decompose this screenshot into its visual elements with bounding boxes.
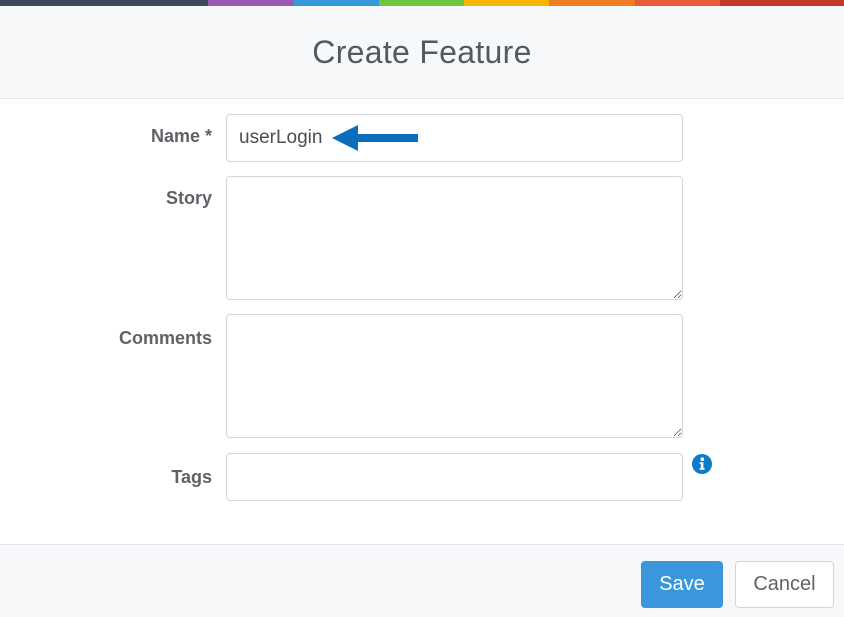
comments-label: Comments: [118, 328, 212, 348]
story-row: Story: [0, 175, 844, 301]
story-label: Story: [165, 188, 212, 208]
cancel-button[interactable]: Cancel: [735, 561, 834, 608]
info-icon[interactable]: [692, 454, 712, 474]
name-label: Name *: [150, 126, 212, 146]
modal-title: Create Feature: [312, 33, 532, 70]
left-arrow-icon: [332, 125, 418, 151]
tags-input[interactable]: [226, 453, 683, 501]
comments-row: Comments: [0, 313, 844, 439]
name-input[interactable]: [226, 114, 683, 162]
modal-footer: Save Cancel: [0, 544, 844, 617]
modal-header: Create Feature: [0, 6, 844, 99]
story-textarea[interactable]: [226, 176, 683, 300]
comments-textarea[interactable]: [226, 314, 683, 438]
create-feature-modal: Create Feature Name * Story Comments Tag…: [0, 0, 844, 617]
save-button[interactable]: Save: [641, 561, 723, 608]
tags-row: Tags: [0, 452, 844, 502]
name-row: Name *: [0, 113, 844, 163]
tags-label: Tags: [171, 467, 212, 487]
